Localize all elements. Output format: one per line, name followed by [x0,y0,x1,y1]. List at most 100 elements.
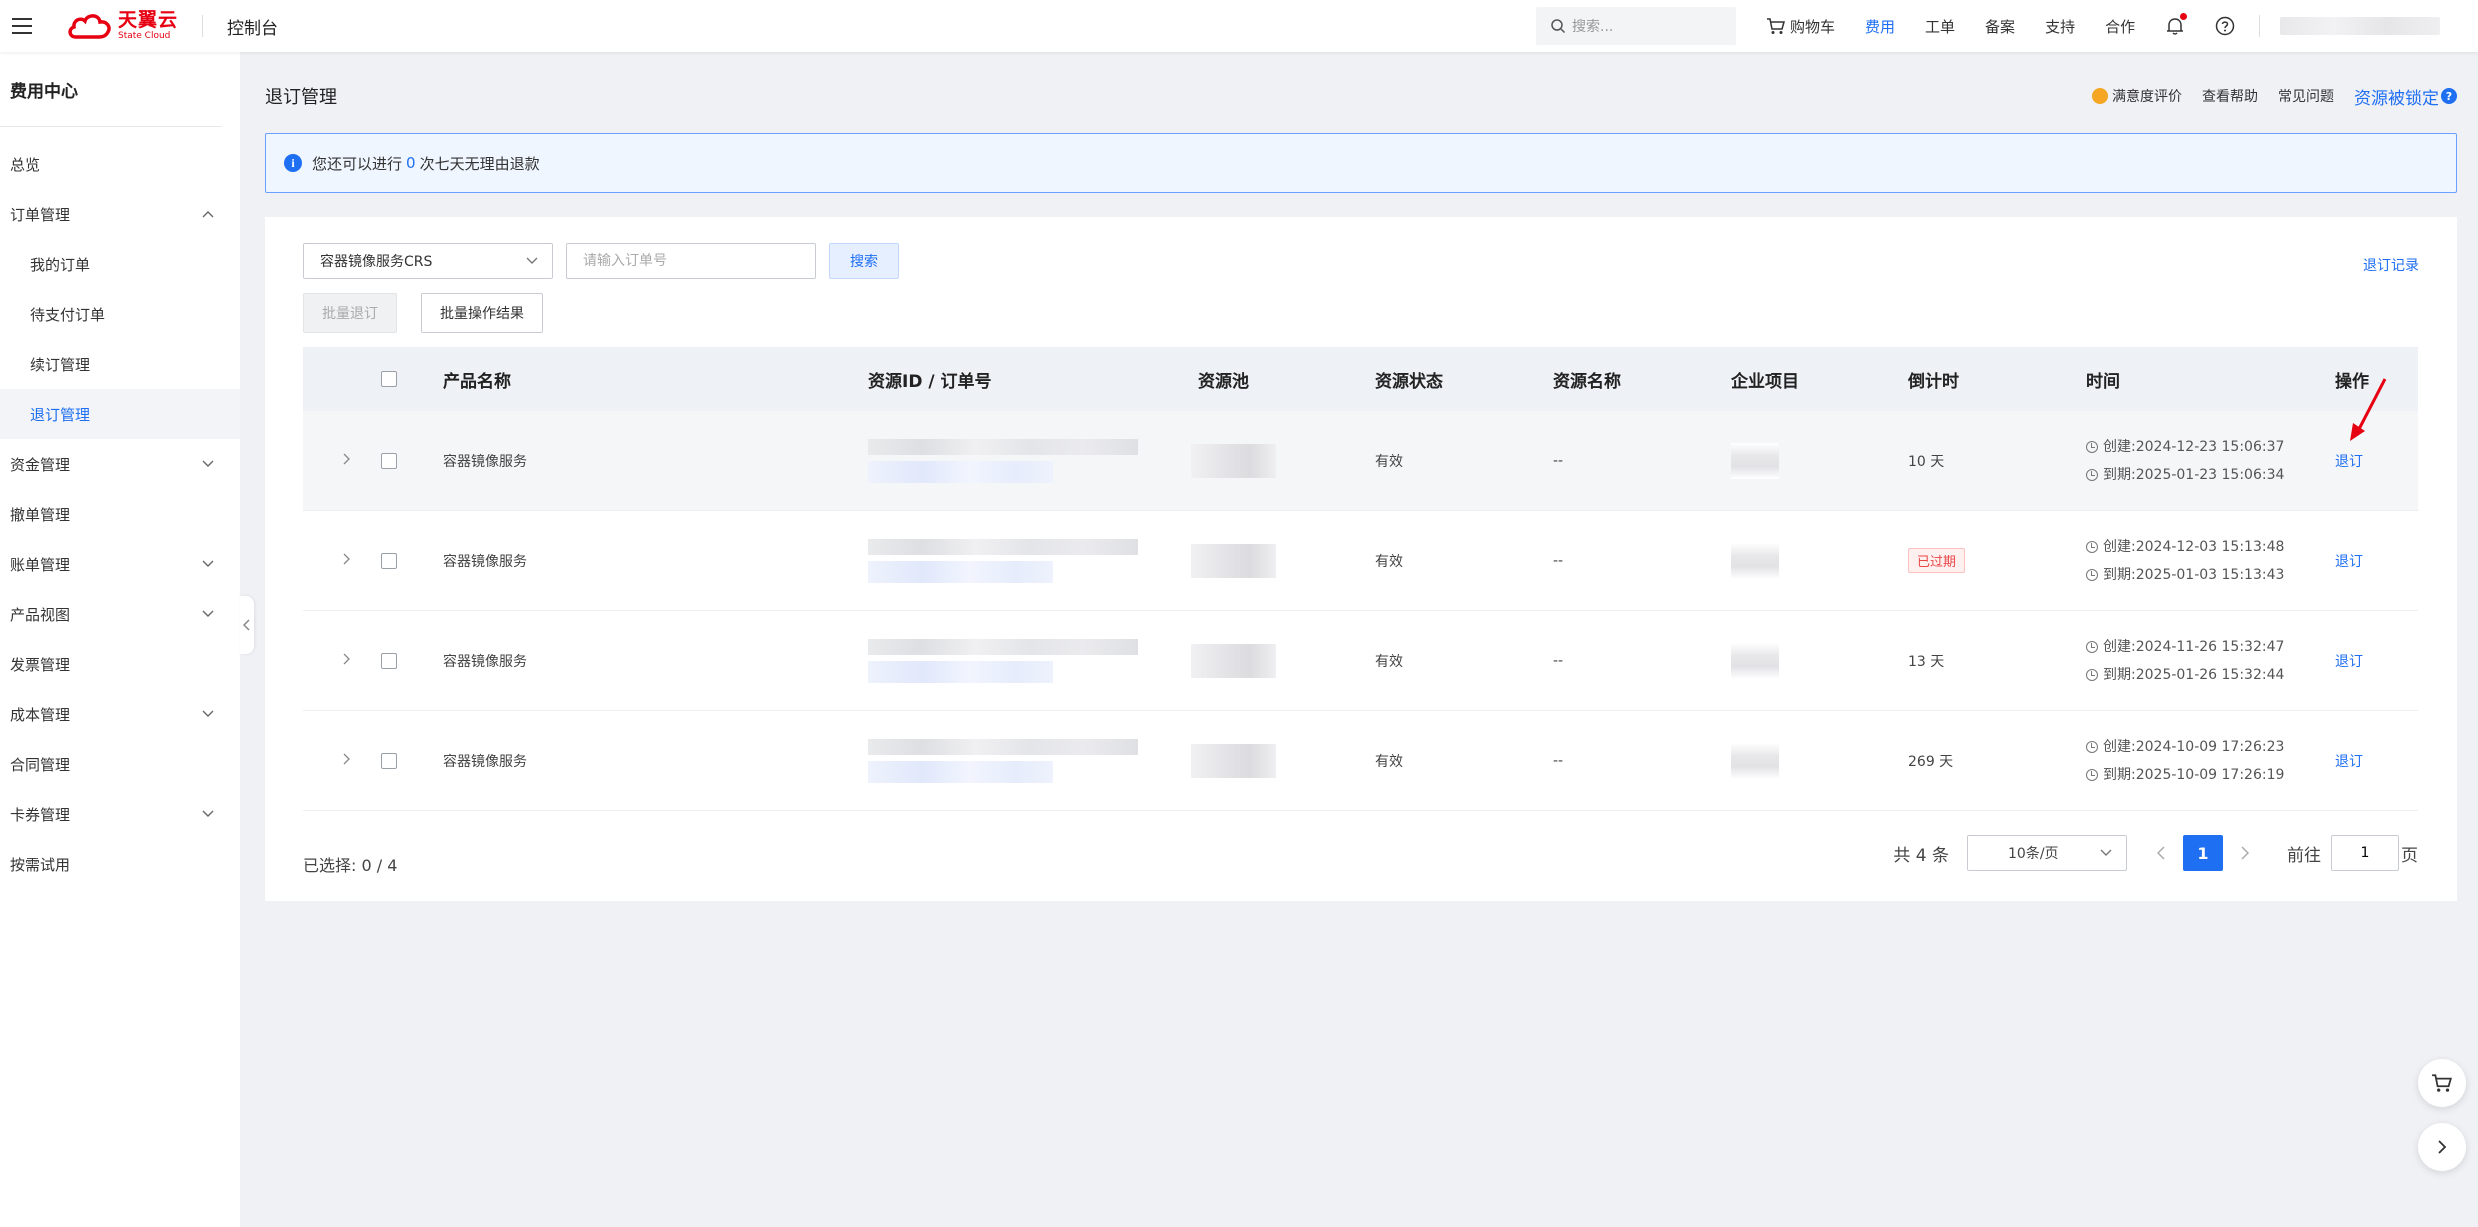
order-number-input[interactable] [566,243,816,279]
notice-count: 0 [406,154,416,172]
product-name: 容器镜像服务 [443,453,527,470]
expand-row-button[interactable] [343,753,350,769]
sidebar-item[interactable]: 发票管理 [0,639,240,689]
sidebar-item-label: 发票管理 [10,655,71,674]
sidebar-item[interactable]: 产品视图 [0,589,240,639]
table-row: 容器镜像服务 有效 -- 269 天 创建:2024-10-09 17:26:2… [303,711,2418,811]
selected-count: 已选择: 0 / 4 [303,856,398,875]
row-checkbox[interactable] [381,552,397,569]
menu-icon[interactable] [0,0,44,52]
col-name: 资源名称 [1553,371,1621,392]
console-link[interactable]: 控制台 [227,14,278,39]
user-account-menu[interactable] [2280,17,2441,35]
nav-filing[interactable]: 备案 [1985,16,2015,37]
select-all-checkbox[interactable] [381,371,397,387]
sidebar-item[interactable]: 我的订单 [0,239,240,289]
chevron-down-icon [202,710,214,717]
sidebar-item[interactable]: 合同管理 [0,739,240,789]
notice-suffix: 次七天无理由退款 [419,154,540,173]
resource-name: -- [1553,552,1564,569]
question-icon: ? [2441,88,2457,104]
resource-id-blurred [868,538,1138,583]
product-name: 容器镜像服务 [443,753,527,770]
unsubscribe-link[interactable]: 退订 [2335,651,2363,671]
sidebar-item[interactable]: 撤单管理 [0,489,240,539]
search-icon [1551,19,1566,34]
sidebar-item[interactable]: 总览 [0,139,240,189]
sidebar-collapse-button[interactable] [240,596,254,654]
goto-page-input[interactable] [2331,835,2399,871]
page-size-select[interactable]: 10条/页 [1967,835,2127,871]
resource-name: -- [1553,652,1564,669]
prev-page-button[interactable] [2157,846,2165,860]
row-checkbox[interactable] [381,752,397,769]
sidebar-item[interactable]: 订单管理 [0,189,240,239]
unsubscribe-link[interactable]: 退订 [2335,751,2363,771]
resource-id-blurred [868,438,1138,483]
countdown: 269 天 [1908,753,1954,770]
sidebar-item-label: 合同管理 [10,755,71,774]
chevron-down-icon [2100,849,2112,856]
resource-status: 有效 [1375,653,1403,670]
rating-link[interactable]: 满意度评价 [2092,86,2182,106]
help-link[interactable]: 查看帮助 [2202,86,2258,106]
expand-row-button[interactable] [343,653,350,669]
resource-status: 有效 [1375,453,1403,470]
sidebar-item[interactable]: 按需试用 [0,839,240,889]
product-name: 容器镜像服务 [443,653,527,670]
resource-locked-label: 资源被锁定 [2354,88,2439,109]
notification-bell[interactable] [2165,13,2188,36]
smiley-icon [2092,88,2108,104]
sidebar-title: 费用中心 [0,52,222,127]
sidebar-item[interactable]: 续订管理 [0,339,240,389]
batch-unsubscribe-button[interactable]: 批量退订 [303,293,397,333]
next-page-button[interactable] [2241,846,2249,860]
col-status: 资源状态 [1375,371,1443,392]
rating-label: 满意度评价 [2112,89,2182,105]
sidebar-item[interactable]: 资金管理 [0,439,240,489]
unsubscribe-link[interactable]: 退订 [2335,551,2363,571]
sidebar-item[interactable]: 退订管理 [0,389,240,439]
faq-link[interactable]: 常见问题 [2278,86,2334,106]
batch-result-button[interactable]: 批量操作结果 [421,293,543,333]
sidebar-item[interactable]: 待支付订单 [0,289,240,339]
sidebar-item-label: 续订管理 [30,355,91,374]
chevron-left-icon [2157,846,2165,860]
sidebar-item[interactable]: 成本管理 [0,689,240,739]
help-button[interactable] [2215,16,2235,36]
table-row: 容器镜像服务 有效 -- 10 天 创建:2024-12-23 15:06:37… [303,411,2418,511]
nav-cart[interactable]: 购物车 [1766,16,1835,37]
sidebar-item-label: 总览 [10,155,41,174]
unsubscribe-table: 产品名称 资源ID / 订单号 资源池 资源状态 资源名称 企业项目 倒计时 时… [303,347,2418,811]
nav-fees[interactable]: 费用 [1865,16,1895,37]
row-checkbox[interactable] [381,452,397,469]
time-cell: 创建:2024-12-03 15:13:48 到期:2025-01-03 15:… [2086,533,2284,589]
resource-locked-link[interactable]: 资源被锁定? [2354,84,2457,109]
sidebar-item[interactable]: 账单管理 [0,539,240,589]
sidebar-item-label: 订单管理 [10,205,71,224]
global-search-input[interactable]: 搜索... [1536,7,1736,45]
product-select[interactable]: 容器镜像服务CRS [303,243,553,279]
sidebar-item[interactable]: 卡券管理 [0,789,240,839]
floating-expand-button[interactable] [2418,1123,2466,1171]
logo[interactable]: 天翼云 State Cloud [66,0,178,52]
nav-tickets[interactable]: 工单 [1925,16,1955,37]
chevron-down-icon [202,460,214,467]
sidebar-item-label: 退订管理 [30,405,91,424]
expired-badge: 已过期 [1908,548,1966,573]
search-button[interactable]: 搜索 [829,243,899,279]
table-row: 容器镜像服务 有效 -- 13 天 创建:2024-11-26 15:32:47… [303,611,2418,711]
nav-partner[interactable]: 合作 [2105,16,2135,37]
expand-row-button[interactable] [343,553,350,569]
time-cell: 创建:2024-10-09 17:26:23 到期:2025-10-09 17:… [2086,733,2284,789]
unsubscribe-record-link[interactable]: 退订记录 [2363,255,2419,275]
nav-support[interactable]: 支持 [2045,16,2075,37]
expand-row-button[interactable] [343,453,350,469]
page-title: 退订管理 [265,87,337,108]
page-header: 退订管理 满意度评价 查看帮助 常见问题 资源被锁定? [265,80,2457,112]
page-number-current[interactable]: 1 [2183,835,2223,871]
row-checkbox[interactable] [381,652,397,669]
unsubscribe-link[interactable]: 退订 [2335,451,2363,471]
floating-cart-button[interactable] [2418,1059,2466,1107]
annotation-arrow [2350,378,2387,441]
